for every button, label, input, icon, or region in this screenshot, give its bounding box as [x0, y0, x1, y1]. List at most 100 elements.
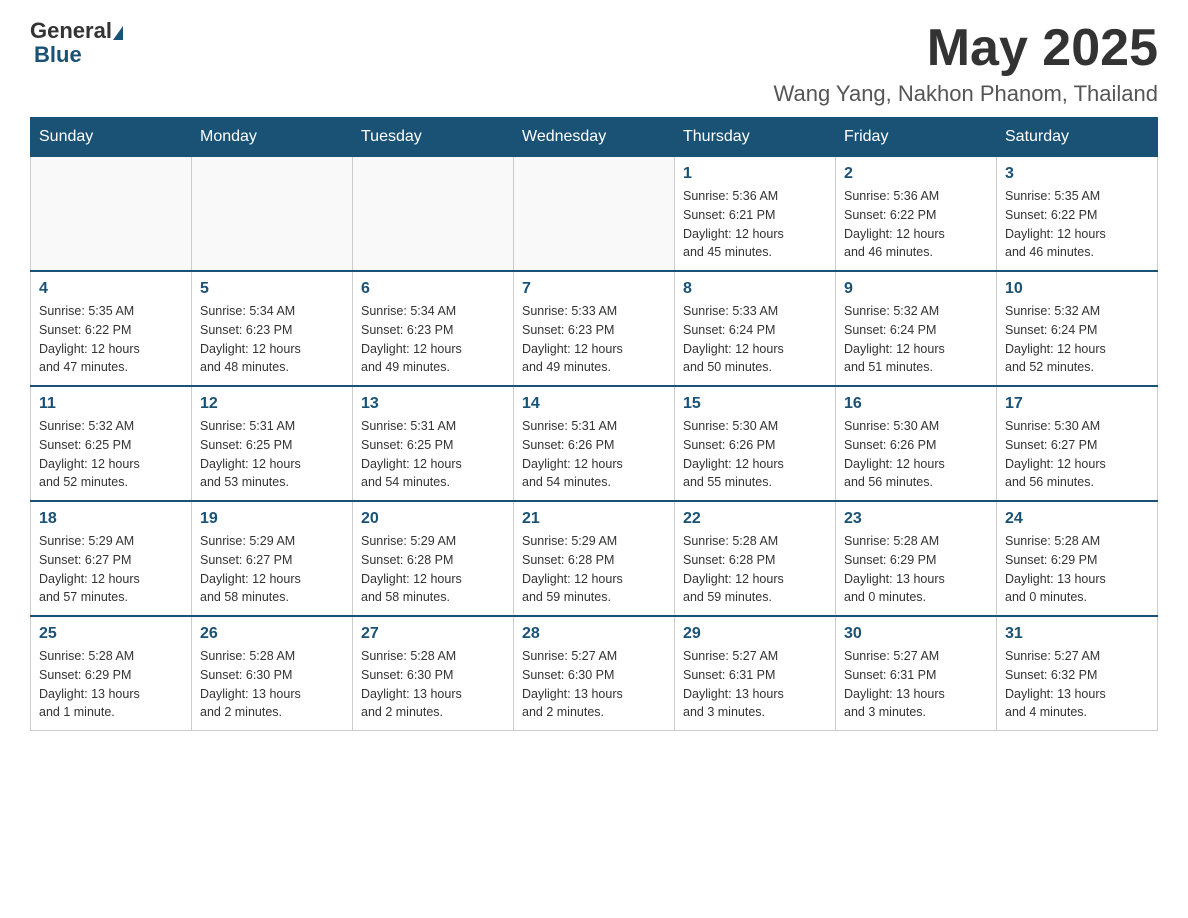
column-header-sunday: Sunday — [31, 118, 192, 157]
calendar-cell: 23 Sunrise: 5:28 AM Sunset: 6:29 PM Dayli… — [836, 501, 997, 616]
logo-blue-text: Blue — [34, 42, 82, 67]
calendar-cell: 13 Sunrise: 5:31 AM Sunset: 6:25 PM Dayli… — [353, 386, 514, 501]
calendar-cell: 26Sunrise: 5:28 AM Sunset: 6:30 PM Dayli… — [192, 616, 353, 731]
day-info: Sunrise: 5:28 AM Sunset: 6:28 PM Dayligh… — [683, 532, 827, 607]
day-number: 11 — [39, 395, 183, 413]
day-info: Sunrise: 5:28 AM Sunset: 6:30 PM Dayligh… — [200, 647, 344, 722]
calendar-cell — [353, 157, 514, 272]
day-number: 7 — [522, 280, 666, 298]
day-number: 31 — [1005, 625, 1149, 643]
day-info: Sunrise: 5:31 AM Sunset: 6:26 PM Dayligh… — [522, 417, 666, 492]
day-number: 4 — [39, 280, 183, 298]
day-info: Sunrise: 5:28 AM Sunset: 6:29 PM Dayligh… — [1005, 532, 1149, 607]
calendar-cell: 31Sunrise: 5:27 AM Sunset: 6:32 PM Dayli… — [997, 616, 1158, 731]
day-info: Sunrise: 5:32 AM Sunset: 6:24 PM Dayligh… — [844, 302, 988, 377]
calendar-cell: 28 Sunrise: 5:27 AM Sunset: 6:30 PM Dayli… — [514, 616, 675, 731]
calendar-cell: 10 Sunrise: 5:32 AM Sunset: 6:24 PM Dayli… — [997, 271, 1158, 386]
calendar-cell: 9 Sunrise: 5:32 AM Sunset: 6:24 PM Daylig… — [836, 271, 997, 386]
day-info: Sunrise: 5:36 AM Sunset: 6:21 PM Dayligh… — [683, 187, 827, 262]
logo-general-text: General — [30, 20, 112, 42]
day-number: 12 — [200, 395, 344, 413]
day-info: Sunrise: 5:30 AM Sunset: 6:26 PM Dayligh… — [683, 417, 827, 492]
day-info: Sunrise: 5:34 AM Sunset: 6:23 PM Dayligh… — [200, 302, 344, 377]
day-number: 20 — [361, 510, 505, 528]
calendar-cell: 16 Sunrise: 5:30 AM Sunset: 6:26 PM Dayli… — [836, 386, 997, 501]
column-header-monday: Monday — [192, 118, 353, 157]
day-info: Sunrise: 5:32 AM Sunset: 6:24 PM Dayligh… — [1005, 302, 1149, 377]
calendar-cell: 19 Sunrise: 5:29 AM Sunset: 6:27 PM Dayli… — [192, 501, 353, 616]
calendar-cell: 6 Sunrise: 5:34 AM Sunset: 6:23 PM Daylig… — [353, 271, 514, 386]
calendar-cell: 5Sunrise: 5:34 AM Sunset: 6:23 PM Daylig… — [192, 271, 353, 386]
column-header-saturday: Saturday — [997, 118, 1158, 157]
location-title: Wang Yang, Nakhon Phanom, Thailand — [774, 81, 1158, 107]
day-number: 10 — [1005, 280, 1149, 298]
calendar-cell: 15 Sunrise: 5:30 AM Sunset: 6:26 PM Dayli… — [675, 386, 836, 501]
title-section: May 2025 Wang Yang, Nakhon Phanom, Thail… — [774, 20, 1158, 107]
calendar-cell: 11 Sunrise: 5:32 AM Sunset: 6:25 PM Dayli… — [31, 386, 192, 501]
day-info: Sunrise: 5:30 AM Sunset: 6:27 PM Dayligh… — [1005, 417, 1149, 492]
calendar-week-row: 1 Sunrise: 5:36 AM Sunset: 6:21 PM Daylig… — [31, 157, 1158, 272]
calendar-cell — [192, 157, 353, 272]
calendar-cell: 14 Sunrise: 5:31 AM Sunset: 6:26 PM Dayli… — [514, 386, 675, 501]
day-info: Sunrise: 5:34 AM Sunset: 6:23 PM Dayligh… — [361, 302, 505, 377]
month-title: May 2025 — [774, 20, 1158, 77]
day-info: Sunrise: 5:29 AM Sunset: 6:28 PM Dayligh… — [361, 532, 505, 607]
calendar-header-row: SundayMondayTuesdayWednesdayThursdayFrid… — [31, 118, 1158, 157]
calendar-cell: 3Sunrise: 5:35 AM Sunset: 6:22 PM Daylig… — [997, 157, 1158, 272]
day-info: Sunrise: 5:31 AM Sunset: 6:25 PM Dayligh… — [200, 417, 344, 492]
calendar-cell — [31, 157, 192, 272]
day-number: 2 — [844, 165, 988, 183]
calendar-table: SundayMondayTuesdayWednesdayThursdayFrid… — [30, 117, 1158, 731]
day-number: 21 — [522, 510, 666, 528]
calendar-cell: 18Sunrise: 5:29 AM Sunset: 6:27 PM Dayli… — [31, 501, 192, 616]
calendar-week-row: 11 Sunrise: 5:32 AM Sunset: 6:25 PM Dayli… — [31, 386, 1158, 501]
day-number: 27 — [361, 625, 505, 643]
calendar-cell: 4 Sunrise: 5:35 AM Sunset: 6:22 PM Daylig… — [31, 271, 192, 386]
day-info: Sunrise: 5:29 AM Sunset: 6:27 PM Dayligh… — [200, 532, 344, 607]
day-number: 28 — [522, 625, 666, 643]
day-info: Sunrise: 5:28 AM Sunset: 6:29 PM Dayligh… — [39, 647, 183, 722]
day-info: Sunrise: 5:28 AM Sunset: 6:29 PM Dayligh… — [844, 532, 988, 607]
day-number: 15 — [683, 395, 827, 413]
calendar-week-row: 4 Sunrise: 5:35 AM Sunset: 6:22 PM Daylig… — [31, 271, 1158, 386]
day-number: 30 — [844, 625, 988, 643]
day-info: Sunrise: 5:31 AM Sunset: 6:25 PM Dayligh… — [361, 417, 505, 492]
column-header-thursday: Thursday — [675, 118, 836, 157]
day-number: 14 — [522, 395, 666, 413]
day-number: 1 — [683, 165, 827, 183]
calendar-cell: 8 Sunrise: 5:33 AM Sunset: 6:24 PM Daylig… — [675, 271, 836, 386]
day-number: 16 — [844, 395, 988, 413]
day-info: Sunrise: 5:30 AM Sunset: 6:26 PM Dayligh… — [844, 417, 988, 492]
day-info: Sunrise: 5:27 AM Sunset: 6:31 PM Dayligh… — [844, 647, 988, 722]
day-number: 22 — [683, 510, 827, 528]
day-info: Sunrise: 5:33 AM Sunset: 6:23 PM Dayligh… — [522, 302, 666, 377]
calendar-cell: 24 Sunrise: 5:28 AM Sunset: 6:29 PM Dayli… — [997, 501, 1158, 616]
calendar-week-row: 25Sunrise: 5:28 AM Sunset: 6:29 PM Dayli… — [31, 616, 1158, 731]
calendar-cell: 7 Sunrise: 5:33 AM Sunset: 6:23 PM Daylig… — [514, 271, 675, 386]
day-number: 6 — [361, 280, 505, 298]
day-number: 24 — [1005, 510, 1149, 528]
calendar-cell — [514, 157, 675, 272]
calendar-cell: 2 Sunrise: 5:36 AM Sunset: 6:22 PM Daylig… — [836, 157, 997, 272]
calendar-cell: 21Sunrise: 5:29 AM Sunset: 6:28 PM Dayli… — [514, 501, 675, 616]
day-number: 19 — [200, 510, 344, 528]
column-header-wednesday: Wednesday — [514, 118, 675, 157]
column-header-tuesday: Tuesday — [353, 118, 514, 157]
day-info: Sunrise: 5:27 AM Sunset: 6:30 PM Dayligh… — [522, 647, 666, 722]
day-info: Sunrise: 5:35 AM Sunset: 6:22 PM Dayligh… — [1005, 187, 1149, 262]
day-info: Sunrise: 5:35 AM Sunset: 6:22 PM Dayligh… — [39, 302, 183, 377]
calendar-week-row: 18Sunrise: 5:29 AM Sunset: 6:27 PM Dayli… — [31, 501, 1158, 616]
day-number: 17 — [1005, 395, 1149, 413]
calendar-cell: 25Sunrise: 5:28 AM Sunset: 6:29 PM Dayli… — [31, 616, 192, 731]
calendar-cell: 1 Sunrise: 5:36 AM Sunset: 6:21 PM Daylig… — [675, 157, 836, 272]
day-number: 13 — [361, 395, 505, 413]
calendar-cell: 20 Sunrise: 5:29 AM Sunset: 6:28 PM Dayli… — [353, 501, 514, 616]
day-number: 23 — [844, 510, 988, 528]
day-info: Sunrise: 5:33 AM Sunset: 6:24 PM Dayligh… — [683, 302, 827, 377]
day-number: 9 — [844, 280, 988, 298]
day-info: Sunrise: 5:32 AM Sunset: 6:25 PM Dayligh… — [39, 417, 183, 492]
column-header-friday: Friday — [836, 118, 997, 157]
day-number: 8 — [683, 280, 827, 298]
day-info: Sunrise: 5:36 AM Sunset: 6:22 PM Dayligh… — [844, 187, 988, 262]
day-number: 29 — [683, 625, 827, 643]
